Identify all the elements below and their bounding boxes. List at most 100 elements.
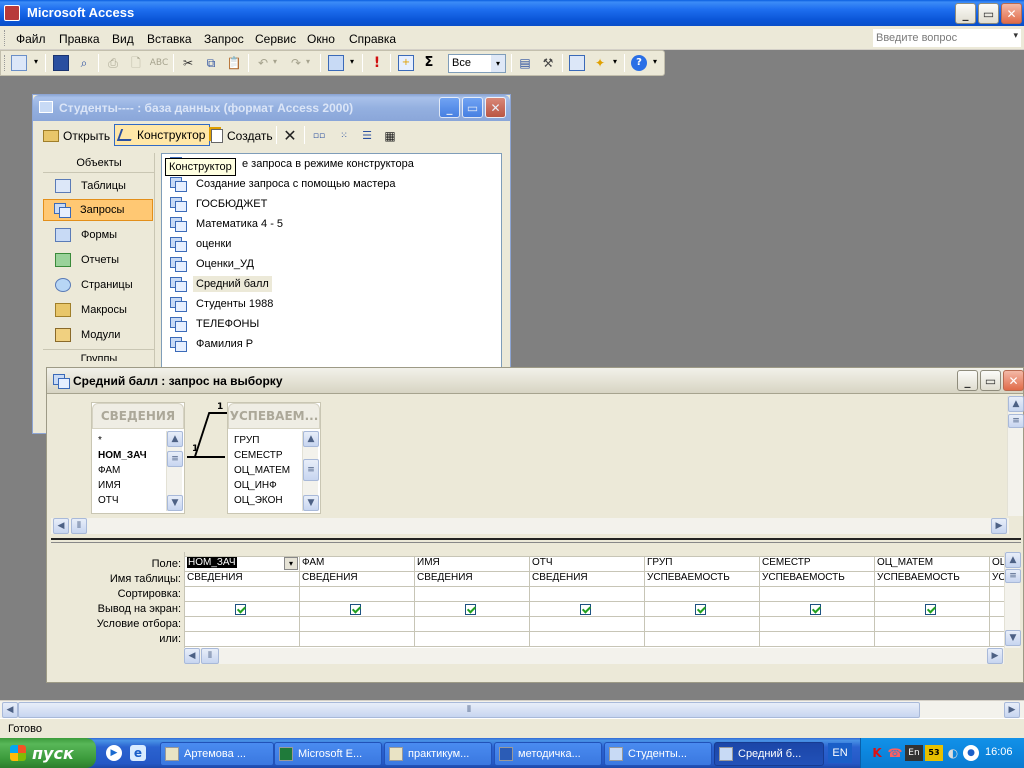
language-indicator[interactable]: EN	[828, 743, 852, 763]
list-item[interactable]: Студенты 1988	[162, 294, 273, 314]
database-window-icon[interactable]	[569, 55, 585, 71]
taskbar-button[interactable]: практикум...	[384, 742, 492, 766]
grid-show-cell[interactable]	[990, 602, 1004, 617]
object-macros[interactable]: Макросы	[43, 299, 153, 321]
search-icon[interactable]: ⌕	[76, 55, 92, 71]
query-minimize-button[interactable]: _	[957, 370, 978, 391]
grid-hscroll[interactable]: ◀ ⦀ ▶	[184, 648, 1004, 664]
menu-insert[interactable]: Вставка	[147, 32, 192, 46]
scroll-left-icon[interactable]: ◀	[2, 702, 18, 718]
delete-x-icon[interactable]: ✕	[282, 128, 298, 144]
details-view-icon[interactable]: ▦	[382, 128, 398, 144]
grid-sort-cell[interactable]	[185, 587, 300, 602]
grid-sort-cell[interactable]	[415, 587, 530, 602]
grid-vscroll[interactable]: ▲ ≡ ▼	[1004, 552, 1021, 648]
table-title[interactable]: УСПЕВАЕМ...	[228, 403, 320, 429]
media-player-icon[interactable]: ▶	[106, 745, 122, 761]
field-item[interactable]: ОЦ_ИНФ	[234, 480, 277, 491]
field-item[interactable]: *	[98, 435, 102, 446]
grid-show-cell[interactable]	[760, 602, 875, 617]
list-item[interactable]: Математика 4 - 5	[162, 214, 283, 234]
keyboard-en-icon[interactable]: En	[905, 745, 923, 761]
scroll-thumb[interactable]: ≡	[1005, 569, 1021, 583]
paste-icon[interactable]: 📋	[226, 55, 242, 71]
grid-sort-cell[interactable]	[875, 587, 990, 602]
field-list-scrollbar[interactable]: ▲ ≡ ▼	[166, 431, 183, 511]
grid-field-cell[interactable]: СЕМЕСТР	[760, 557, 875, 572]
scroll-right-icon[interactable]: ▶	[991, 518, 1007, 534]
taskbar-button[interactable]: Microsoft E...	[274, 742, 382, 766]
grid-sort-cell[interactable]	[530, 587, 645, 602]
access-key-icon[interactable]	[4, 5, 20, 21]
grid-sort-cell[interactable]	[300, 587, 415, 602]
save-icon[interactable]	[53, 55, 69, 71]
field-item[interactable]: ФАМ	[98, 465, 120, 476]
field-item[interactable]: ОТЧ	[98, 495, 119, 506]
table-pane-hscroll[interactable]: ◀ ⦀ ▶	[51, 518, 1009, 534]
groups-header[interactable]: Группы	[43, 349, 155, 361]
grid-show-cell[interactable]	[415, 602, 530, 617]
taskbar-button[interactable]: Студенты...	[604, 742, 712, 766]
grid-criteria-cell[interactable]	[300, 617, 415, 632]
db-create-button[interactable]: Создать	[211, 125, 273, 147]
grid-table-cell[interactable]: УСПЕВАЕМОСТЬ	[875, 572, 990, 587]
minimize-button[interactable]: _	[955, 3, 976, 24]
field-item[interactable]: СЕМЕСТР	[234, 450, 283, 461]
phone-icon[interactable]: ☎	[887, 745, 903, 761]
list-item-selected[interactable]: Средний балл	[162, 274, 272, 294]
grid-or-cell[interactable]	[645, 632, 760, 647]
grid-show-cell[interactable]	[875, 602, 990, 617]
grid-sort-cell[interactable]	[990, 587, 1004, 602]
field-item[interactable]: ОЦ_ЭКОН	[234, 495, 283, 506]
table-title[interactable]: СВЕДЕНИЯ	[92, 403, 184, 429]
grid-criteria-cell[interactable]	[645, 617, 760, 632]
table-svedeniya[interactable]: СВЕДЕНИЯ * НОМ_ЗАЧ ФАМ ИМЯ ОТЧ ▲ ≡ ▼	[91, 402, 185, 514]
scroll-thumb[interactable]: ⦀	[201, 648, 219, 664]
scroll-down-icon[interactable]: ▼	[1005, 630, 1021, 646]
grid-show-cell[interactable]	[300, 602, 415, 617]
undo-icon[interactable]: ↶	[255, 55, 271, 71]
grid-table-cell[interactable]: УСПЕВАЕМОСТЬ	[645, 572, 760, 587]
show-checkbox[interactable]	[695, 604, 706, 615]
grid-field-cell[interactable]: ОТЧ	[530, 557, 645, 572]
grid-field-cell[interactable]: ОЦ	[990, 557, 1004, 572]
grid-sort-cell[interactable]	[760, 587, 875, 602]
undo-dropdown-arrow-icon[interactable]: ▾	[273, 57, 277, 66]
grid-or-cell[interactable]	[875, 632, 990, 647]
list-item[interactable]: Оценки_УД	[162, 254, 254, 274]
list-item[interactable]: Фамилия Р	[162, 334, 253, 354]
scroll-up-icon[interactable]: ▲	[303, 431, 319, 447]
copy-icon[interactable]: ⧉	[203, 55, 219, 71]
help-question-box[interactable]: Введите вопрос ▾	[873, 29, 1021, 47]
mdi-hscroll[interactable]: ◀ ⦀ ▶	[0, 700, 1024, 718]
show-checkbox[interactable]	[580, 604, 591, 615]
print-icon[interactable]: ⎙	[105, 55, 121, 71]
cut-icon[interactable]: ✂	[180, 55, 196, 71]
help-icon[interactable]: ?	[631, 55, 647, 71]
object-modules[interactable]: Модули	[43, 324, 153, 346]
grid-table-cell[interactable]: СВЕДЕНИЯ	[185, 572, 300, 587]
grid-sort-cell[interactable]	[645, 587, 760, 602]
grid-criteria-cell[interactable]	[875, 617, 990, 632]
db-maximize-button[interactable]: ▭	[462, 97, 483, 118]
help-dropdown-arrow-icon[interactable]: ▾	[1013, 31, 1018, 41]
object-reports[interactable]: Отчеты	[43, 249, 153, 271]
db-open-button[interactable]: Открыть	[43, 125, 110, 147]
menu-query[interactable]: Запрос	[204, 32, 244, 46]
field-list-scrollbar[interactable]: ▲ ≡ ▼	[302, 431, 319, 511]
menu-file[interactable]: Файл	[16, 32, 46, 46]
properties-icon[interactable]: ▤	[517, 55, 533, 71]
redo-icon[interactable]: ↷	[288, 55, 304, 71]
grid-table-cell[interactable]: СВЕДЕНИЯ	[300, 572, 415, 587]
show-checkbox[interactable]	[925, 604, 936, 615]
grid-show-cell[interactable]	[530, 602, 645, 617]
large-icons-icon[interactable]: ▫▫	[311, 128, 327, 144]
scroll-right-icon[interactable]: ▶	[987, 648, 1003, 664]
new-object-dropdown-arrow-icon[interactable]: ▾	[613, 57, 617, 66]
grid-or-cell[interactable]	[185, 632, 300, 647]
grid-table-cell[interactable]: СВЕДЕНИЯ	[415, 572, 530, 587]
list-item[interactable]: ГОСБЮДЖЕТ	[162, 194, 267, 214]
new-object-icon[interactable]: ✦	[592, 55, 608, 71]
menu-help[interactable]: Справка	[349, 32, 396, 46]
db-design-button[interactable]: Конструктор	[114, 124, 211, 146]
